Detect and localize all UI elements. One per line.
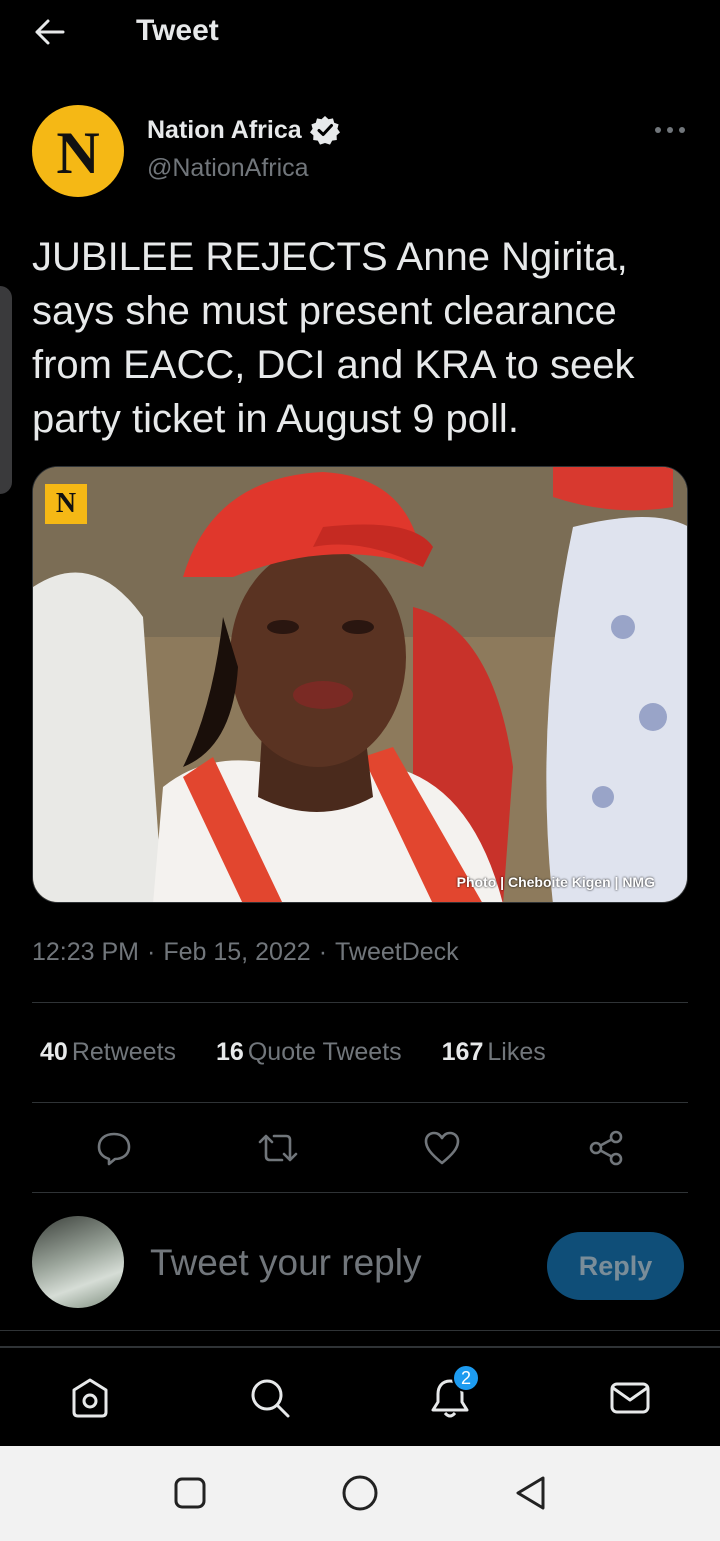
arrow-left-icon [35, 19, 65, 45]
user-avatar[interactable] [32, 1216, 124, 1308]
back-button[interactable] [30, 12, 70, 52]
messages-icon [610, 1382, 650, 1414]
author-avatar[interactable]: N [32, 105, 124, 197]
like-button[interactable] [418, 1122, 466, 1174]
quote-tweets-stat[interactable]: 16 Quote Tweets [216, 1038, 402, 1067]
android-navigation-bar [0, 1446, 720, 1541]
top-bar: Tweet [0, 0, 720, 64]
tweet-source[interactable]: TweetDeck [335, 938, 459, 967]
quote-tweets-count: 16 [216, 1038, 244, 1066]
tweet-actions [0, 1122, 720, 1174]
android-back-button[interactable] [510, 1473, 550, 1513]
search-icon [251, 1379, 290, 1418]
likes-count: 167 [441, 1038, 484, 1066]
like-icon [424, 1131, 460, 1165]
tweet-photo[interactable]: N Photo | Cheboite Kigen | NMG [32, 466, 688, 903]
retweets-stat[interactable]: 40 Retweets [40, 1038, 176, 1067]
author-handle[interactable]: @NationAfrica [147, 154, 309, 183]
nav-home[interactable] [66, 1374, 114, 1422]
photo-badge-letter: N [55, 488, 77, 519]
share-button[interactable] [582, 1122, 630, 1174]
android-home-button[interactable] [340, 1473, 380, 1513]
meta-separator: · [318, 938, 328, 966]
home-circle-icon [342, 1475, 378, 1511]
divider [0, 1330, 720, 1331]
tweet-text: JUBILEE REJECTS Anne Ngirita, says she m… [32, 235, 635, 441]
android-recents-button[interactable] [170, 1473, 210, 1513]
author-display-name[interactable]: Nation Africa [147, 116, 302, 145]
quote-tweets-label: Quote Tweets [247, 1038, 402, 1066]
likes-stat[interactable]: 167 Likes [442, 1038, 546, 1067]
divider [32, 1002, 688, 1003]
photo-credit: Photo | Cheboite Kigen | NMG [456, 874, 655, 890]
retweet-icon [258, 1134, 298, 1162]
nav-messages[interactable] [606, 1374, 654, 1422]
photo-illustration [33, 467, 687, 902]
tweet-meta: 12:23 PM · Feb 15, 2022 · TweetDeck [32, 938, 459, 967]
recents-icon [174, 1477, 206, 1509]
avatar-letter: N [56, 120, 100, 186]
edge-panel-handle[interactable] [0, 286, 12, 494]
display-name-row: Nation Africa [147, 114, 341, 146]
tweet-time[interactable]: 12:23 PM [32, 938, 139, 967]
verified-badge-icon [309, 116, 340, 145]
more-options-button[interactable] [652, 116, 688, 144]
back-triangle-icon [516, 1476, 545, 1510]
tweet-date[interactable]: Feb 15, 2022 [163, 938, 310, 967]
share-icon [589, 1130, 623, 1166]
meta-separator: · [147, 938, 156, 966]
reply-composer: Tweet your reply Reply [0, 1210, 720, 1320]
nav-search[interactable] [246, 1374, 294, 1422]
page-title: Tweet [136, 14, 219, 47]
home-icon [72, 1378, 108, 1418]
divider [32, 1102, 688, 1103]
retweets-label: Retweets [71, 1038, 177, 1066]
retweet-button[interactable] [254, 1122, 302, 1174]
retweets-count: 40 [40, 1038, 68, 1066]
notification-badge: 2 [452, 1364, 480, 1392]
reply-icon [97, 1132, 131, 1166]
more-dots-icon [655, 127, 685, 133]
reply-submit-button[interactable]: Reply [547, 1232, 684, 1300]
photo-logo-badge: N [45, 484, 87, 524]
divider [32, 1192, 688, 1193]
likes-label: Likes [487, 1038, 546, 1066]
tweet-stats: 40 Retweets 16 Quote Tweets 167 Likes [40, 1038, 586, 1067]
bottom-navigation [0, 1346, 720, 1446]
reply-input[interactable]: Tweet your reply [150, 1242, 421, 1284]
reply-button[interactable] [90, 1122, 138, 1174]
